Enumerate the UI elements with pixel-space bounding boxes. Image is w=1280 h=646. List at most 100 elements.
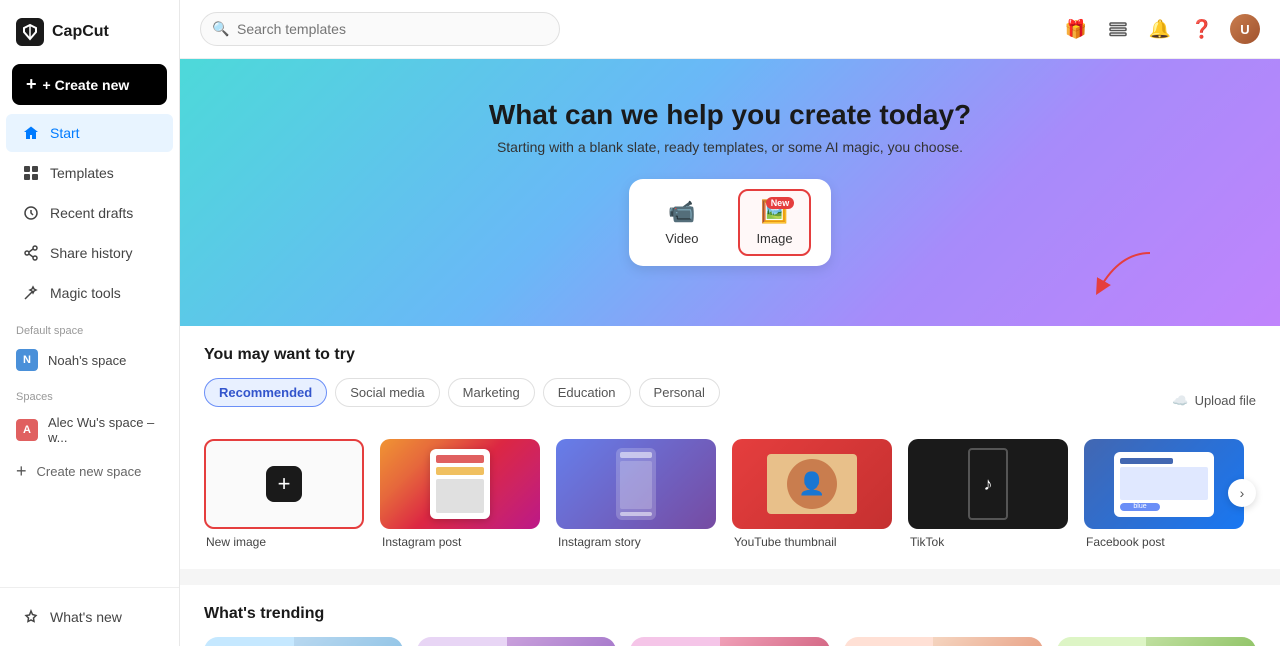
upload-file-button[interactable]: ☁️ Upload file [1172,393,1256,409]
filter-personal[interactable]: Personal [639,378,720,407]
new-image-thumb: + [204,439,364,529]
sidebar-item-start[interactable]: Start [6,114,173,152]
noah-space-label: Noah's space [48,353,126,368]
whats-new-label: What's new [50,609,122,625]
filter-tabs: Recommended Social media Marketing Educa… [204,378,720,407]
plus-box: + [266,466,302,502]
logo: CapCut [0,0,179,64]
text-image-visual: 🎨 [507,637,617,646]
trending-background[interactable]: Background magic for products Try now › … [844,637,1043,646]
facebook-post-label: Facebook post [1084,535,1244,549]
content-area: What can we help you create today? Start… [180,59,1280,646]
sidebar-label-share: Share history [50,245,132,261]
trending-batch[interactable]: Batch edit: your perfect time saver Try … [204,637,403,646]
template-grid-wrap: + New image Instagram p [204,439,1256,549]
main-content: 🔍 🎁 🔔 ❓ U What can we help you create to… [180,0,1280,646]
video-button[interactable]: 📹 Video [649,191,714,254]
alec-space-label: Alec Wu's space – w... [48,415,163,445]
menu-icon[interactable] [1104,15,1132,43]
whats-new-button[interactable]: What's new [6,598,173,636]
alec-avatar: A [16,419,38,441]
instagram-post-label: Instagram post [380,535,540,549]
video-icon: 📹 [668,199,695,225]
space-item-alec[interactable]: A Alec Wu's space – w... [0,407,179,453]
you-may-want-section: You may want to try Recommended Social m… [180,326,1280,569]
space-item-noah[interactable]: N Noah's space [0,341,179,379]
star-icon [22,608,40,626]
template-next-button[interactable]: › [1228,479,1256,507]
you-may-want-title: You may want to try [204,346,1256,364]
create-space-icon: + [16,461,27,482]
spaces-label: Spaces [0,379,179,407]
trending-title: What's trending [204,605,1256,623]
template-instagram-post[interactable]: Instagram post [380,439,540,549]
filter-education[interactable]: Education [543,378,631,407]
sidebar-item-magic[interactable]: Magic tools [6,274,173,312]
background-content: Background magic for products Try now › [844,637,944,646]
video-label: Video [665,231,698,246]
default-space-label: Default space [0,313,179,341]
create-space-label: Create new space [37,464,142,479]
facebook-post-thumb: blue [1084,439,1244,529]
sidebar-item-recent[interactable]: Recent drafts [6,194,173,232]
ai-model-content: AI model: fashion ads in clicks Try now … [1057,637,1157,646]
filter-recommended[interactable]: Recommended [204,378,327,407]
sidebar-label-recent: Recent drafts [50,205,133,221]
filter-social[interactable]: Social media [335,378,439,407]
sidebar-item-share[interactable]: Share history [6,234,173,272]
image-button[interactable]: New 🖼️ Image [738,189,810,256]
sidebar-label-templates: Templates [50,165,114,181]
sidebar-label-start: Start [50,125,80,141]
bell-icon[interactable]: 🔔 [1146,15,1174,43]
image-label-wrap: New 🖼️ [761,199,788,225]
grid-icon [22,164,40,182]
upload-icon: ☁️ [1172,393,1188,409]
text-image-content: Text to image: paint with your words Try… [417,637,517,646]
instagram-post-thumb [380,439,540,529]
header: 🔍 🎁 🔔 ❓ U [180,0,1280,59]
search-bar: 🔍 [200,12,560,46]
create-new-label: + Create new [43,77,130,93]
instagram-story-thumb [556,439,716,529]
trending-text-design[interactable]: Text to design: create now, instant WOW … [630,637,829,646]
help-icon[interactable]: ❓ [1188,15,1216,43]
text-design-visual: 👩🏾 [720,637,830,646]
hero-title: What can we help you create today? [200,99,1260,131]
header-icons: 🎁 🔔 ❓ U [1062,14,1260,44]
youtube-thumb-label: YouTube thumbnail [732,535,892,549]
filter-marketing[interactable]: Marketing [448,378,535,407]
trending-text-image[interactable]: Text to image: paint with your words Try… [417,637,616,646]
sidebar-label-magic: Magic tools [50,285,121,301]
background-visual: 🧴 [933,637,1043,646]
hero-buttons: 📹 Video New 🖼️ Image [200,179,1260,266]
noah-avatar: N [16,349,38,371]
create-space-button[interactable]: + Create new space [0,453,179,490]
magic-icon [22,284,40,302]
hero-button-group: 📹 Video New 🖼️ Image [629,179,830,266]
youtube-thumb-thumb: 👤 [732,439,892,529]
user-avatar[interactable]: U [1230,14,1260,44]
sidebar-item-templates[interactable]: Templates [6,154,173,192]
new-badge: New [766,197,795,209]
hero-banner: What can we help you create today? Start… [180,59,1280,326]
tiktok-thumb: ♪ [908,439,1068,529]
sidebar: CapCut + + Create new Start Templates Re… [0,0,180,646]
trending-grid: Batch edit: your perfect time saver Try … [204,637,1256,646]
clock-icon [22,204,40,222]
ai-model-visual: 👗 [1146,637,1256,646]
trending-ai-model[interactable]: AI model: fashion ads in clicks Try now … [1057,637,1256,646]
image-label: Image [756,231,792,246]
gift-icon[interactable]: 🎁 [1062,15,1090,43]
upload-label: Upload file [1195,393,1256,408]
search-input[interactable] [200,12,560,46]
template-new-image[interactable]: + New image [204,439,364,549]
template-youtube-thumb[interactable]: 👤 YouTube thumbnail [732,439,892,549]
text-design-content: Text to design: create now, instant WOW … [630,637,730,646]
create-new-button[interactable]: + + Create new [12,64,167,105]
template-instagram-story[interactable]: Instagram story [556,439,716,549]
batch-content: Batch edit: your perfect time saver Try … [204,637,304,646]
hero-subtitle: Starting with a blank slate, ready templ… [200,139,1260,155]
template-tiktok[interactable]: ♪ TikTok [908,439,1068,549]
instagram-story-label: Instagram story [556,535,716,549]
template-facebook-post[interactable]: blue Facebook post [1084,439,1244,549]
